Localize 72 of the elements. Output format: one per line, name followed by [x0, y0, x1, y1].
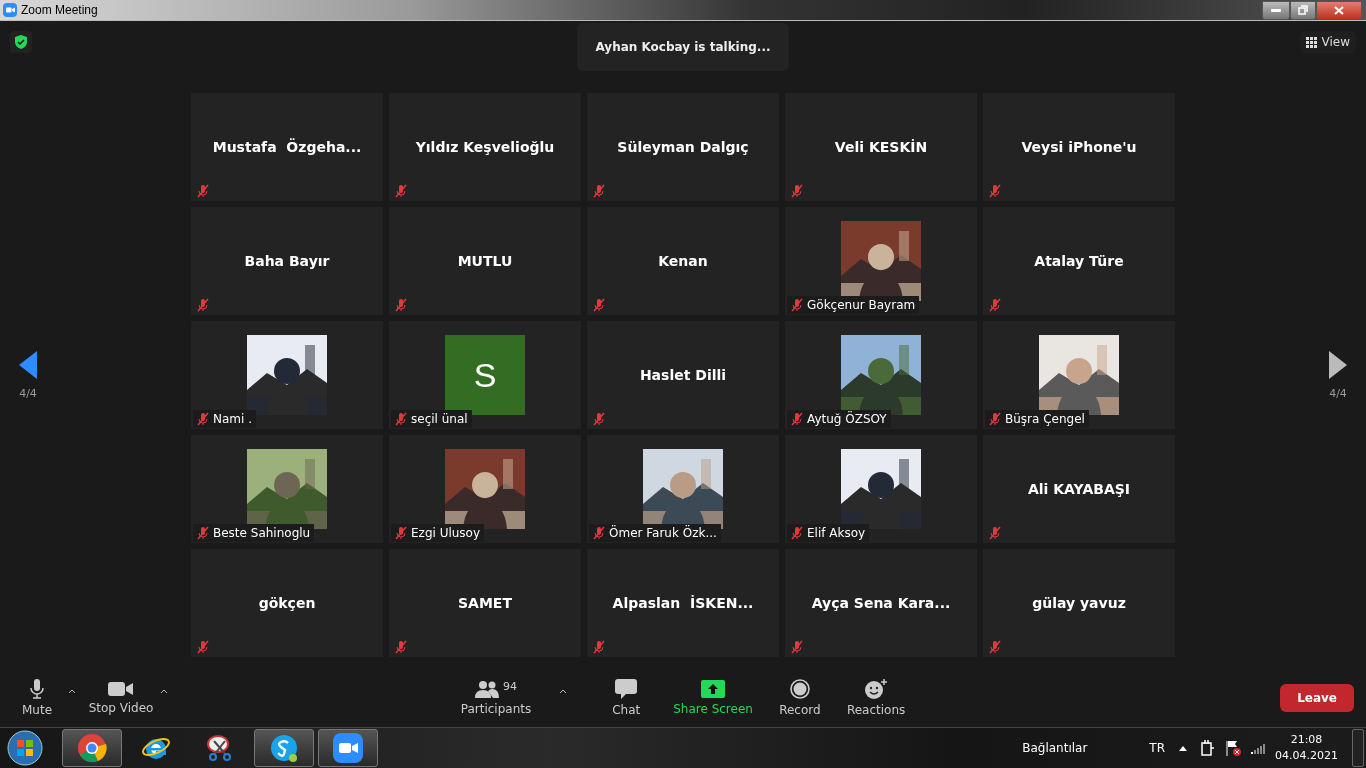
participant-name: Kenan: [658, 253, 708, 269]
participant-name: Ezgi Ulusoy: [411, 526, 481, 540]
participant-name: SAMET: [458, 595, 512, 611]
participant-name: Aytuğ ÖZSOY: [807, 412, 887, 426]
show-hidden-icons-icon[interactable]: [1179, 745, 1187, 751]
smiley-plus-icon: [864, 679, 889, 699]
participant-name: Ömer Faruk Özk...: [609, 526, 717, 540]
participant-name: Elif Aksoy: [807, 526, 866, 540]
participant-name: Ali KAYABAŞI: [1027, 481, 1131, 497]
mute-button[interactable]: Mute: [12, 679, 62, 717]
page-indicator: 4/4: [1329, 386, 1347, 400]
participant-name: Ayça Sena Kara...: [811, 595, 951, 611]
flag-error-icon[interactable]: [1225, 740, 1241, 756]
share-button[interactable]: Share Screen: [673, 680, 753, 716]
reactions-button[interactable]: Reactions: [846, 679, 906, 717]
start-button[interactable]: [6, 729, 44, 767]
taskbar-app-button[interactable]: [318, 729, 378, 767]
participant-name: Baha Bayır: [244, 253, 330, 269]
video-camera-icon: [108, 681, 134, 697]
show-desktop-button[interactable]: [1352, 729, 1364, 767]
participant-name: gülay yavuz: [1032, 595, 1126, 611]
people-icon: [474, 680, 499, 698]
participant-name: Mustafa Özgeha...: [212, 139, 362, 155]
next-page-arrow-icon[interactable]: [1329, 350, 1347, 379]
record-button[interactable]: Record: [774, 679, 825, 717]
taskbar-app-button[interactable]: [254, 729, 314, 767]
skype-icon[interactable]: [269, 733, 299, 763]
participant-name: Süleyman Dalgıç: [617, 139, 749, 155]
participant-name: Gökçenur Bayram: [807, 298, 916, 312]
participants-button[interactable]: 94 Participants: [460, 680, 532, 716]
window-title: Zoom Meeting: [21, 3, 98, 17]
toolbar-label: Bağlantılar: [1022, 741, 1088, 755]
page-indicator: 4/4: [19, 386, 37, 400]
system-clock[interactable]: 21:08 04.04.2021: [1275, 732, 1338, 764]
stop-video-button[interactable]: Stop Video: [88, 681, 154, 715]
minimize-icon: [1271, 8, 1281, 12]
restore-button[interactable]: [1290, 0, 1316, 20]
participant-name: Yıldız Keşvelioğlu: [415, 139, 555, 155]
leave-button[interactable]: Leave: [1280, 684, 1354, 712]
minimize-button[interactable]: [1262, 0, 1290, 20]
view-button[interactable]: View: [1299, 31, 1356, 53]
share-screen-icon: [701, 680, 726, 698]
speaker-banner: Ayhan Kocbay is talking...: [577, 23, 789, 71]
participant-name: Beste Sahinoglu: [213, 526, 311, 540]
power-plug-icon[interactable]: [1201, 740, 1215, 756]
participant-name: Veli KESKİN: [834, 139, 928, 155]
zoom-logo-icon: [3, 3, 17, 17]
close-icon: [1334, 5, 1344, 15]
previous-page-arrow-icon[interactable]: [19, 350, 37, 379]
record-icon: [789, 679, 810, 699]
participant-name: Haslet Dilli: [639, 367, 727, 383]
participant-count: 94: [502, 680, 517, 693]
participant-name: Atalay Türe: [1034, 253, 1124, 269]
participant-name: seçil ünal: [411, 412, 468, 426]
participant-name: Büşra Çengel: [1005, 412, 1085, 426]
taskbar-app-button[interactable]: [62, 729, 122, 767]
chat-bubble-icon: [615, 679, 638, 699]
grid-icon: [1305, 36, 1317, 48]
participant-name: Nami .: [213, 412, 252, 426]
chrome-icon[interactable]: [77, 733, 107, 763]
video-camera-app-icon[interactable]: [333, 733, 363, 763]
language-indicator[interactable]: TR: [1149, 741, 1165, 755]
close-button[interactable]: [1316, 0, 1362, 20]
security-shield-icon[interactable]: [10, 31, 32, 53]
participant-name: MUTLU: [457, 253, 513, 269]
participant-name: gökçen: [258, 595, 316, 611]
chat-button[interactable]: Chat: [601, 679, 652, 717]
microphone-icon: [30, 679, 44, 699]
participant-name: Alpaslan İSKEN...: [612, 595, 754, 611]
signal-bars-icon[interactable]: [1251, 742, 1265, 754]
restore-icon: [1298, 5, 1308, 15]
participant-name: Veysi iPhone'u: [1021, 139, 1137, 155]
